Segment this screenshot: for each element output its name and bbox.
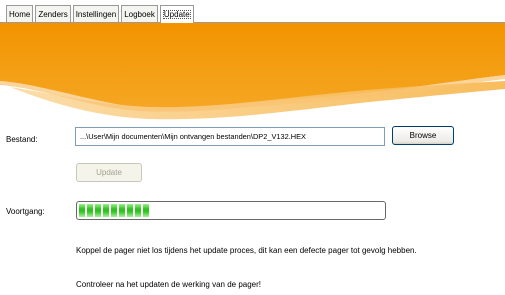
tab-label: Instellingen [75, 10, 117, 19]
file-path-field[interactable]: ...\User\Mijn documenten\Mijn ontvangen … [75, 127, 385, 146]
tab-update[interactable]: Update [159, 5, 194, 23]
tab-instellingen[interactable]: Instellingen [72, 5, 120, 22]
tab-home[interactable]: Home [6, 5, 34, 22]
tab-label: Zenders [38, 10, 68, 19]
progress-segment [127, 204, 133, 217]
browse-button[interactable]: Browse [392, 126, 454, 145]
warning-message: Koppel de pager niet los tijdens het upd… [76, 246, 417, 255]
progress-segment [111, 204, 117, 217]
update-button[interactable]: Update [76, 163, 142, 182]
tab-logboek[interactable]: Logboek [121, 5, 158, 22]
progress-segment [87, 204, 93, 217]
tab-label: Update [162, 10, 191, 19]
progress-segment [135, 204, 141, 217]
progress-segment [119, 204, 125, 217]
progress-bar [76, 201, 386, 220]
tab-bar: Home Zenders Instellingen Logboek Update [0, 0, 505, 23]
check-message: Controleer na het updaten de werking van… [76, 280, 262, 289]
file-label: Bestand: [6, 135, 38, 144]
tab-zenders[interactable]: Zenders [35, 5, 71, 22]
progress-fill [79, 204, 383, 217]
tab-list: Home Zenders Instellingen Logboek Update [6, 5, 196, 23]
tab-label: Home [9, 10, 31, 19]
progress-segment [103, 204, 109, 217]
tab-label: Logboek [124, 10, 155, 19]
progress-segment [79, 204, 85, 217]
progress-segment [95, 204, 101, 217]
header-banner [0, 23, 505, 123]
progress-segment [143, 204, 149, 217]
progress-label: Voortgang: [6, 207, 45, 216]
